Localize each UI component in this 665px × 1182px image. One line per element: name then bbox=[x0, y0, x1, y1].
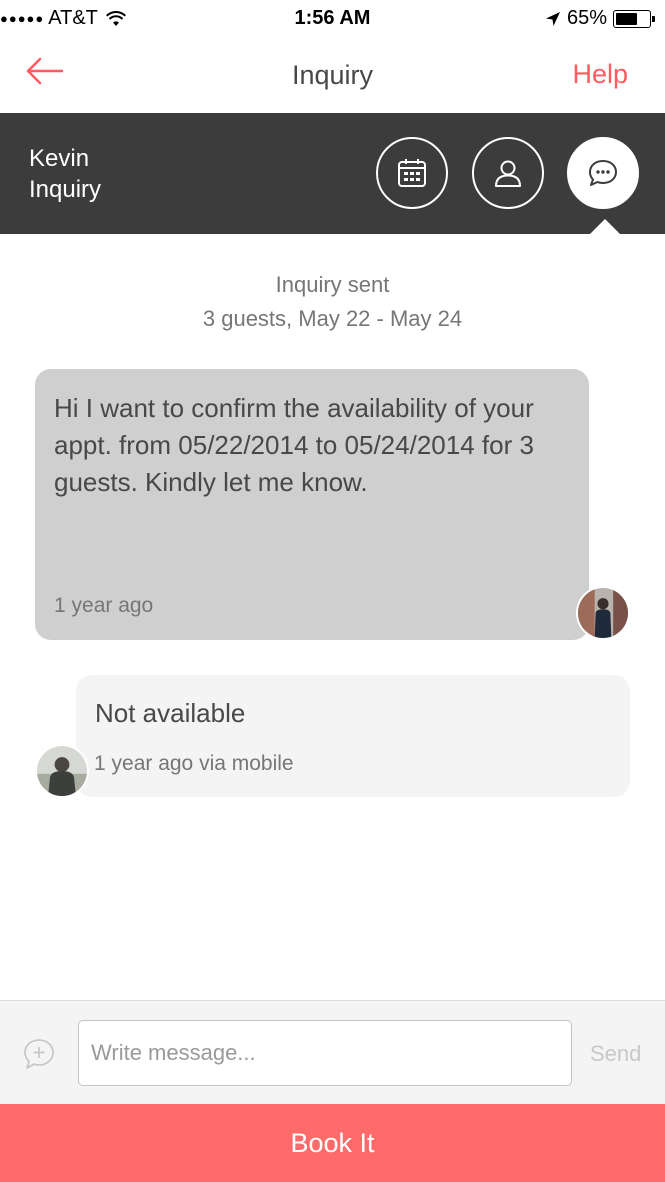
active-tab-indicator bbox=[590, 219, 620, 234]
user-icon bbox=[495, 160, 521, 187]
host-name: Kevin bbox=[29, 145, 90, 172]
message-text: Hi I want to confirm the availability of… bbox=[54, 393, 534, 497]
chat-bubble-icon bbox=[589, 160, 617, 186]
status-right: 65% bbox=[545, 7, 655, 30]
messages-tab-button[interactable] bbox=[567, 137, 639, 209]
thread-status: Inquiry bbox=[29, 176, 102, 203]
profile-tab-button[interactable] bbox=[472, 137, 544, 209]
guest-avatar[interactable] bbox=[576, 586, 630, 640]
message-bubble-outgoing: Not available 1 year ago via mobile bbox=[76, 675, 630, 797]
calendar-tab-button[interactable] bbox=[376, 137, 448, 209]
message-input[interactable] bbox=[78, 1020, 572, 1086]
message-text: Not available bbox=[95, 698, 246, 728]
message-composer: Send bbox=[0, 1000, 665, 1104]
location-arrow-icon bbox=[545, 11, 560, 26]
send-button[interactable]: Send bbox=[590, 1041, 641, 1067]
nav-bar: Inquiry Help bbox=[0, 36, 665, 113]
host-avatar[interactable] bbox=[35, 744, 89, 798]
calendar-icon bbox=[398, 159, 426, 187]
inquiry-details: 3 guests, May 22 - May 24 bbox=[202, 306, 463, 331]
inquiry-status: Inquiry sent bbox=[275, 272, 390, 297]
message-timestamp: 1 year ago bbox=[54, 594, 154, 617]
add-comment-icon[interactable] bbox=[22, 1037, 56, 1071]
battery-percent: 65% bbox=[566, 7, 607, 29]
message-bubble-incoming: Hi I want to confirm the availability of… bbox=[35, 369, 589, 640]
status-bar: ●●●●● AT&T 1:56 AM 65% bbox=[0, 0, 665, 36]
book-it-button[interactable]: Book It bbox=[0, 1104, 665, 1182]
battery-icon bbox=[613, 9, 655, 28]
thread-header: Kevin Inquiry bbox=[0, 113, 665, 234]
battery-level bbox=[616, 12, 637, 25]
host-photo bbox=[37, 746, 87, 796]
guest-photo bbox=[578, 588, 628, 638]
help-link[interactable]: Help bbox=[572, 59, 628, 90]
page-title: Inquiry bbox=[291, 60, 374, 90]
message-timestamp: 1 year ago via mobile bbox=[94, 752, 294, 775]
